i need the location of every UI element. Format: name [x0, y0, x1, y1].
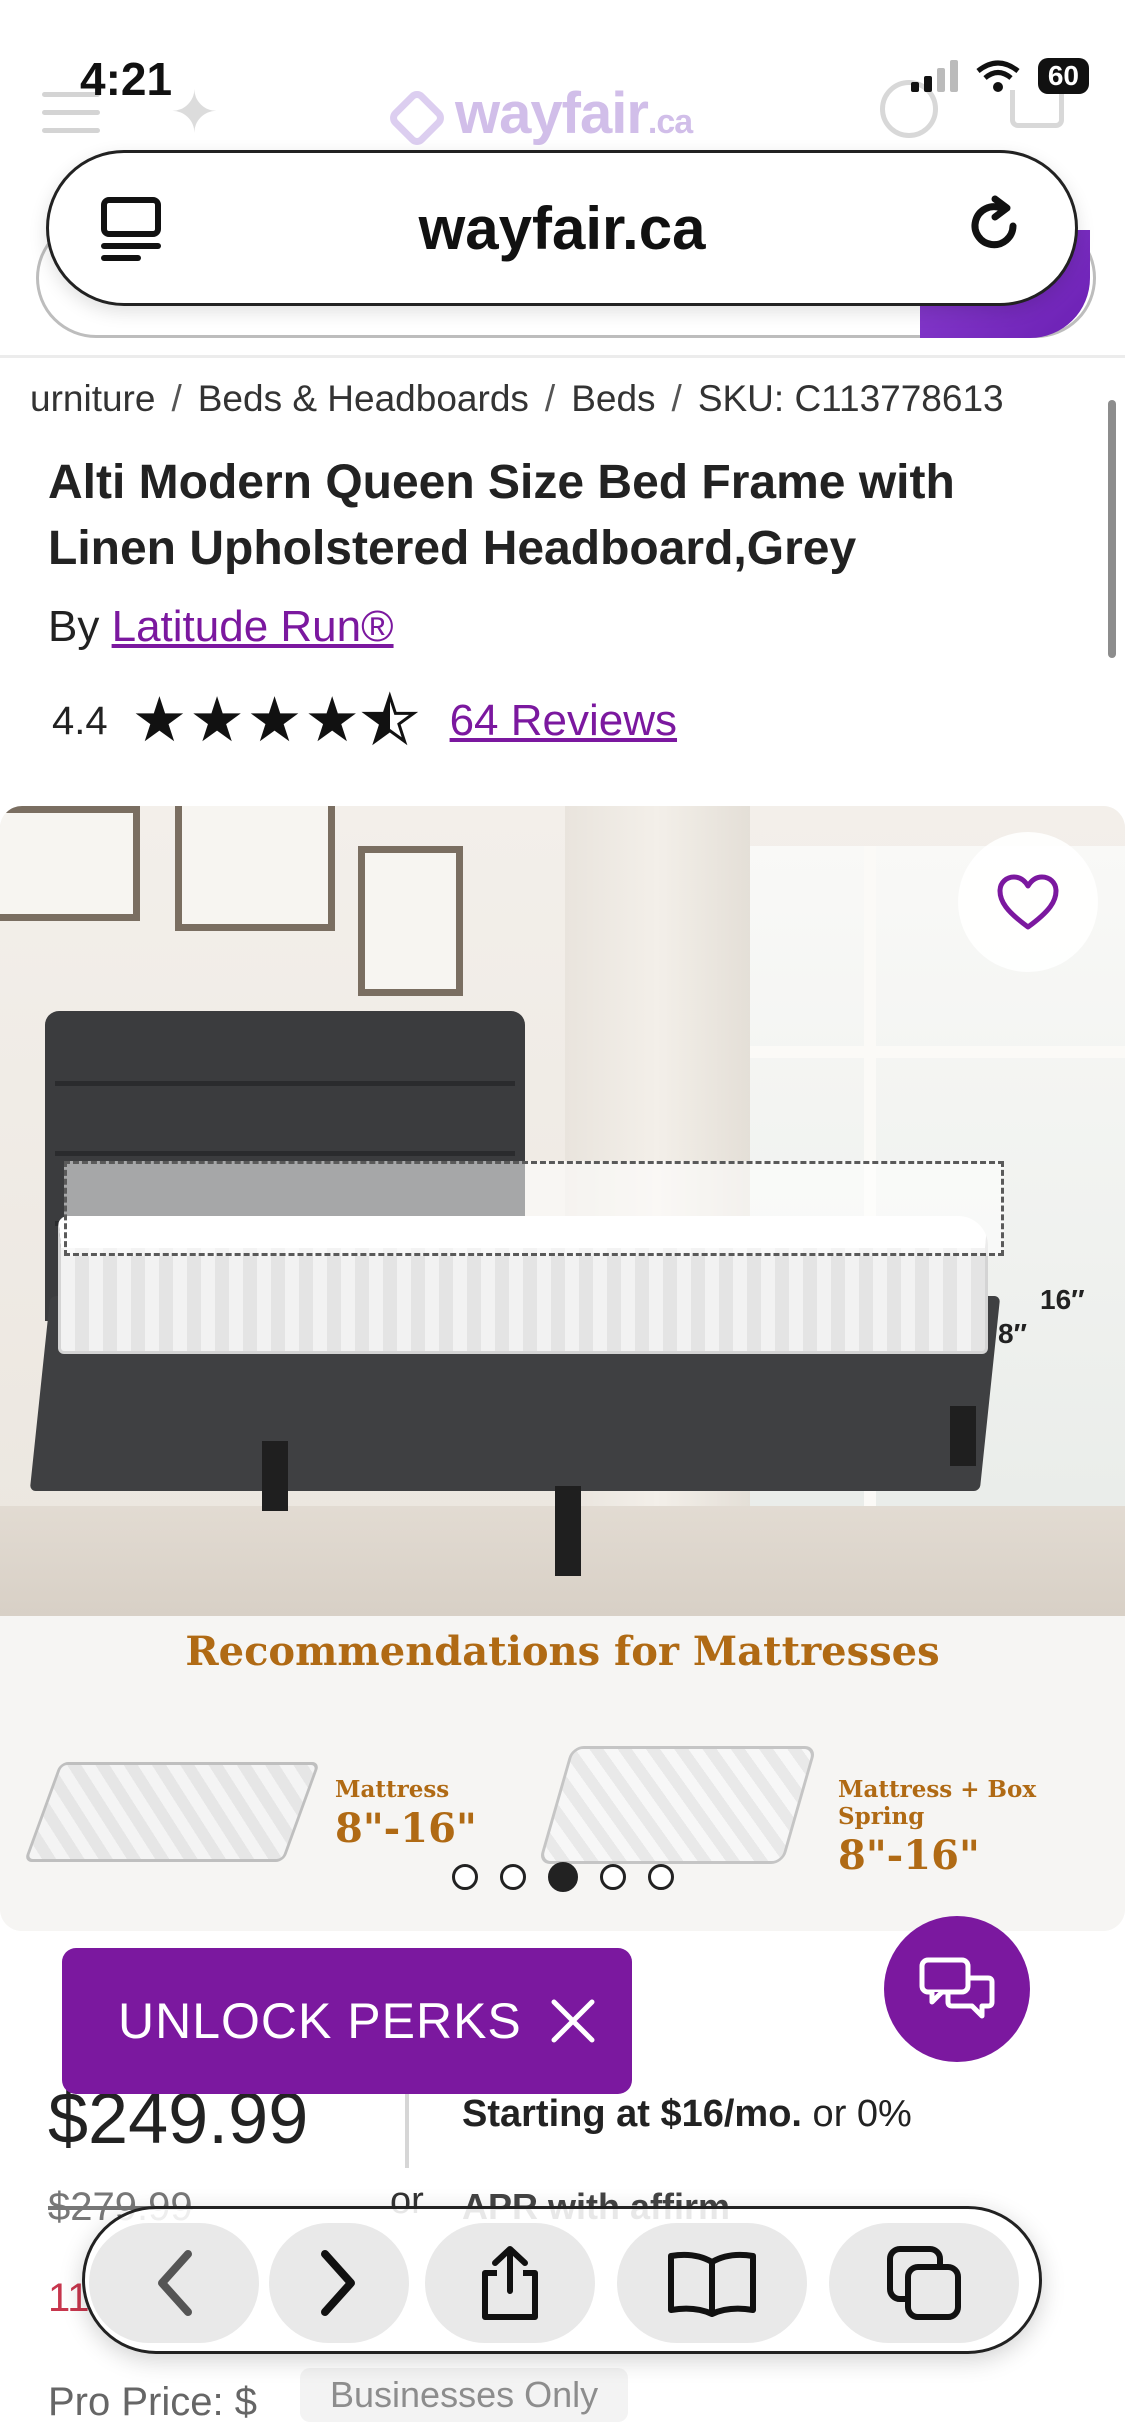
share-icon — [482, 2246, 538, 2320]
bed-leg — [262, 1441, 288, 1511]
wall-art — [0, 806, 140, 921]
breadcrumb-item[interactable]: Beds — [571, 378, 655, 419]
cart-icon[interactable] — [1010, 90, 1064, 128]
reader-mode-icon[interactable] — [101, 197, 161, 261]
recommendations-title: Recommendations for Mattresses — [185, 1628, 940, 1675]
wall-art — [358, 846, 463, 996]
product-title: Alti Modern Queen Size Bed Frame with Li… — [48, 456, 955, 575]
battery-indicator: 60 — [1037, 58, 1089, 94]
product-image-carousel[interactable]: 16′′ 8′′ Recommendations for Mattresses … — [0, 806, 1125, 1931]
reload-icon[interactable] — [961, 193, 1027, 259]
header-divider — [0, 355, 1125, 358]
carousel-dot[interactable] — [451, 1864, 478, 1890]
status-time: 4:21 — [80, 53, 173, 105]
signal-icon — [910, 60, 958, 92]
scroll-indicator — [1108, 400, 1116, 658]
back-button[interactable] — [89, 2223, 259, 2343]
heart-icon — [997, 874, 1059, 930]
wall-art — [175, 806, 335, 931]
bookmarks-button[interactable] — [617, 2223, 807, 2343]
bed-leg — [555, 1486, 581, 1576]
chat-button[interactable] — [884, 1916, 1030, 2062]
breadcrumb: urniture / Beds & Headboards / Beds / SKU: C11… — [30, 378, 1004, 419]
chevron-right-icon — [321, 2250, 355, 2316]
breadcrumb-item[interactable]: Beds & Headboards — [198, 378, 529, 419]
reviews-link[interactable]: 64 Reviews — [450, 696, 677, 746]
url-bar[interactable]: wayfair.ca — [46, 150, 1078, 306]
dimension-label: 16′′ — [1040, 1284, 1085, 1315]
share-button[interactable] — [425, 2223, 595, 2343]
star-icon: ★ — [189, 686, 245, 755]
close-icon[interactable] — [544, 1992, 602, 2050]
by-label: By — [48, 602, 100, 651]
carousel-dot[interactable] — [599, 1864, 626, 1890]
sku-label: SKU: C113778613 — [697, 378, 1004, 419]
mattress-image — [23, 1762, 321, 1862]
browser-toolbar — [82, 2206, 1042, 2354]
carousel-dot[interactable] — [647, 1864, 674, 1890]
unlock-perks-banner[interactable]: UNLOCK PERKS — [62, 1948, 632, 2094]
pro-price-label: Pro Price: $ — [48, 2380, 257, 2424]
mattress-outline — [64, 1161, 1004, 1256]
rating-value: 4.4 — [52, 698, 108, 743]
carousel-dot-active[interactable] — [547, 1862, 578, 1892]
financing-text: Starting at $16/mo. or 0% — [462, 2093, 912, 2135]
chevron-left-icon — [158, 2250, 192, 2316]
book-icon — [668, 2251, 756, 2317]
forward-button[interactable] — [269, 2223, 409, 2343]
sparkle-icon[interactable]: ✦ — [170, 78, 219, 146]
dimension-label: 8′′ — [998, 1318, 1027, 1349]
breadcrumb-item[interactable]: urniture — [30, 378, 155, 419]
brand-byline: By Latitude Run® — [48, 602, 394, 652]
half-star-icon: ★ — [360, 688, 419, 753]
mattress-box-spring-image — [538, 1746, 817, 1864]
chat-icon — [919, 1957, 995, 2019]
wayfair-logo[interactable]: wayfair.ca — [385, 80, 693, 149]
carousel-dot[interactable] — [499, 1864, 526, 1890]
star-rating: ★ ★ ★ ★ ★ — [131, 686, 420, 755]
carousel-dots — [0, 1862, 1125, 1892]
star-icon: ★ — [131, 686, 188, 755]
url-text: wayfair.ca — [418, 194, 706, 262]
tabs-button[interactable] — [829, 2223, 1019, 2343]
unlock-perks-label: UNLOCK PERKS — [118, 1993, 522, 2049]
tabs-icon — [887, 2246, 961, 2320]
star-icon: ★ — [304, 686, 360, 755]
price-divider — [405, 2090, 409, 2168]
status-indicators: 60 — [910, 58, 1089, 94]
rating-row: 4.4 ★ ★ ★ ★ ★ 64 Reviews — [52, 686, 677, 755]
reco-option: Mattress 8"-16" — [335, 1776, 477, 1852]
favorite-button[interactable] — [958, 832, 1098, 972]
businesses-only-badge[interactable]: Businesses Only — [300, 2368, 629, 2422]
bed-leg — [950, 1406, 976, 1466]
star-icon: ★ — [246, 686, 303, 755]
wifi-icon — [976, 60, 1020, 92]
brand-link[interactable]: Latitude Run® — [112, 602, 394, 651]
